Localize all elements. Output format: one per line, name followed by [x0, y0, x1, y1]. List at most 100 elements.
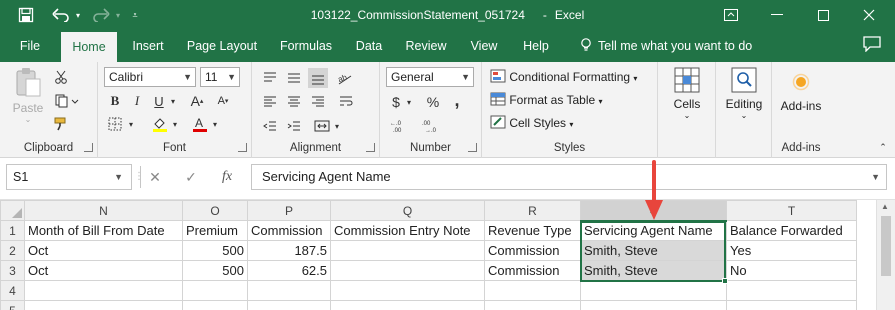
alignment-launcher-icon[interactable]	[366, 143, 375, 152]
grow-font-button[interactable]: A ▴	[186, 91, 208, 111]
font-color-dropdown-icon[interactable]: ▾	[210, 115, 220, 133]
cell-r3[interactable]: Commission	[484, 260, 581, 281]
cell-q1[interactable]: Commission Entry Note	[330, 220, 485, 241]
decrease-decimal-icon[interactable]: .00 →.0	[420, 116, 446, 136]
column-header-r[interactable]: R	[484, 200, 581, 221]
cell-n5[interactable]	[24, 300, 183, 310]
comma-button[interactable]: ,	[448, 90, 466, 110]
cell-r1[interactable]: Revenue Type	[484, 220, 581, 241]
conditional-formatting-button[interactable]: Conditional Formatting ▾	[490, 69, 637, 84]
cell-p3[interactable]: 62.5	[247, 260, 331, 281]
paste-button[interactable]: Paste ⌄	[6, 66, 50, 124]
row-header[interactable]: 5	[0, 300, 25, 310]
cell-q3[interactable]	[330, 260, 485, 281]
insert-function-icon[interactable]: fx	[216, 166, 238, 188]
cell-n4[interactable]	[24, 280, 183, 301]
cancel-icon[interactable]: ✕	[144, 166, 166, 188]
shrink-font-button[interactable]: A ▾	[212, 91, 234, 111]
cell-t5[interactable]	[726, 300, 857, 310]
cell-o3[interactable]: 500	[182, 260, 248, 281]
tab-help[interactable]: Help	[515, 30, 557, 62]
cell-s2[interactable]: Smith, Steve	[580, 240, 727, 261]
formula-input[interactable]: Servicing Agent Name ▼	[251, 164, 887, 190]
enter-icon[interactable]: ✓	[180, 166, 202, 188]
cell-s1[interactable]: Servicing Agent Name	[580, 220, 727, 241]
format-as-table-button[interactable]: Format as Table ▾	[490, 92, 603, 107]
align-middle-icon[interactable]	[284, 68, 304, 88]
save-icon[interactable]	[14, 0, 38, 30]
ribbon-display-icon[interactable]	[708, 0, 754, 30]
increase-decimal-icon[interactable]: ←.0.00	[388, 116, 414, 136]
column-header-q[interactable]: Q	[330, 200, 485, 221]
percent-button[interactable]: %	[424, 92, 442, 112]
row-header[interactable]: 2	[0, 240, 25, 261]
cell-n2[interactable]: Oct	[24, 240, 183, 261]
underline-dropdown-icon[interactable]: ▾	[168, 91, 178, 111]
column-header-p[interactable]: P	[247, 200, 331, 221]
cell-n3[interactable]: Oct	[24, 260, 183, 281]
cell-r5[interactable]	[484, 300, 581, 310]
align-left-icon[interactable]	[260, 92, 280, 112]
row-header[interactable]: 1	[0, 220, 25, 241]
format-painter-icon[interactable]	[52, 115, 70, 133]
borders-icon[interactable]	[106, 115, 124, 133]
row-header[interactable]: 3	[0, 260, 25, 281]
fill-handle[interactable]	[722, 278, 728, 284]
tab-data[interactable]: Data	[349, 30, 389, 62]
increase-indent-icon[interactable]	[284, 116, 304, 136]
cell-o1[interactable]: Premium	[182, 220, 248, 241]
clipboard-launcher-icon[interactable]	[84, 143, 93, 152]
column-header-t[interactable]: T	[726, 200, 857, 221]
tab-home[interactable]: Home	[61, 32, 117, 62]
cell-p2[interactable]: 187.5	[247, 240, 331, 261]
decrease-indent-icon[interactable]	[260, 116, 280, 136]
tab-formulas[interactable]: Formulas	[273, 30, 339, 62]
undo-dropdown-icon[interactable]: ▾	[72, 0, 84, 30]
tab-page-layout[interactable]: Page Layout	[182, 30, 262, 62]
cells-button[interactable]: Cells ⌄	[666, 66, 708, 120]
cell-t2[interactable]: Yes	[726, 240, 857, 261]
tab-view[interactable]: View	[463, 30, 505, 62]
maximize-icon[interactable]	[800, 0, 846, 30]
align-top-icon[interactable]	[260, 68, 280, 88]
wrap-text-icon[interactable]	[336, 92, 356, 112]
cell-q5[interactable]	[330, 300, 485, 310]
number-launcher-icon[interactable]	[468, 143, 477, 152]
cell-r2[interactable]: Commission	[484, 240, 581, 261]
tell-me-box[interactable]: Tell me what you want to do	[580, 30, 780, 62]
cell-t4[interactable]	[726, 280, 857, 301]
font-name-select[interactable]: Calibri ▼	[104, 67, 196, 87]
cell-p1[interactable]: Commission	[247, 220, 331, 241]
tab-insert[interactable]: Insert	[124, 30, 172, 62]
merge-dropdown-icon[interactable]: ▾	[332, 116, 342, 136]
borders-dropdown-icon[interactable]: ▾	[126, 115, 136, 133]
font-size-select[interactable]: 11 ▼	[200, 67, 240, 87]
align-right-icon[interactable]	[308, 92, 328, 112]
redo-icon[interactable]	[88, 0, 114, 30]
align-center-icon[interactable]	[284, 92, 304, 112]
bold-button[interactable]: B	[106, 91, 124, 111]
close-icon[interactable]	[846, 0, 892, 30]
editing-button[interactable]: Editing ⌄	[720, 66, 768, 120]
cell-q2[interactable]	[330, 240, 485, 261]
addins-button[interactable]: Add-ins	[776, 72, 826, 113]
font-launcher-icon[interactable]	[238, 143, 247, 152]
cell-p5[interactable]	[247, 300, 331, 310]
row-header[interactable]: 4	[0, 280, 25, 301]
cell-n1[interactable]: Month of Bill From Date	[24, 220, 183, 241]
cell-o2[interactable]: 500	[182, 240, 248, 261]
collapse-ribbon-icon[interactable]: ⌃	[876, 140, 890, 154]
name-box[interactable]: S1 ▼	[6, 164, 132, 190]
redo-dropdown-icon[interactable]: ▾	[112, 0, 124, 30]
cell-r4[interactable]	[484, 280, 581, 301]
scroll-up-icon[interactable]: ▲	[881, 202, 889, 211]
cut-icon[interactable]	[52, 68, 70, 86]
orientation-icon[interactable]: ab	[334, 68, 356, 88]
tab-file[interactable]: File	[8, 30, 52, 62]
cell-t1[interactable]: Balance Forwarded	[726, 220, 857, 241]
vertical-scrollbar[interactable]: ▲	[876, 200, 895, 310]
italic-button[interactable]: I	[128, 91, 146, 111]
cell-s5[interactable]	[580, 300, 727, 310]
currency-button[interactable]: $	[388, 92, 404, 112]
cell-o5[interactable]	[182, 300, 248, 310]
